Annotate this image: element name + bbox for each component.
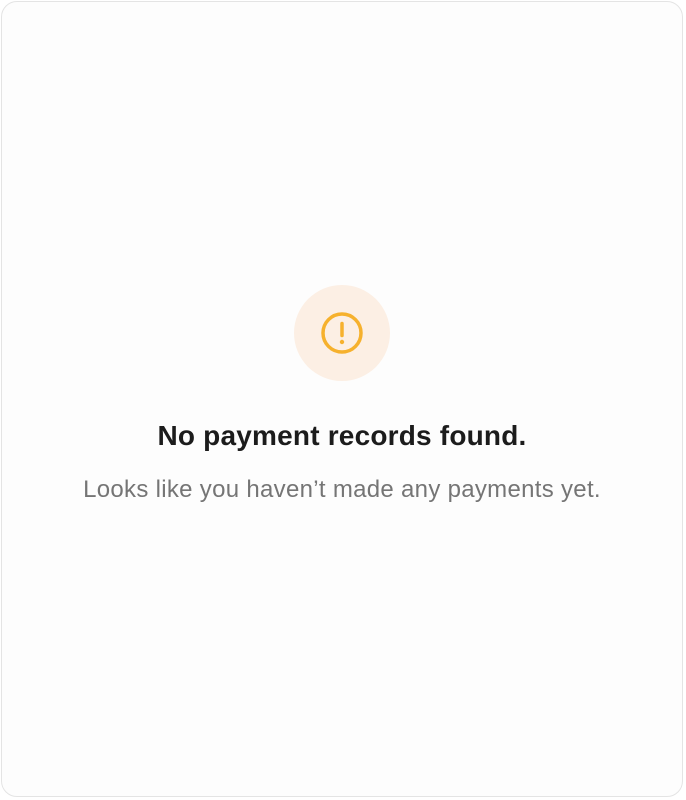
empty-state-message: Looks like you haven’t made any payments…	[83, 476, 601, 503]
empty-state-title: No payment records found.	[157, 420, 527, 451]
empty-state: No payment records found. Looks like you…	[2, 285, 682, 505]
alert-icon-badge	[294, 285, 390, 381]
alert-circle-icon	[321, 312, 363, 354]
payments-card: No payment records found. Looks like you…	[1, 1, 683, 797]
